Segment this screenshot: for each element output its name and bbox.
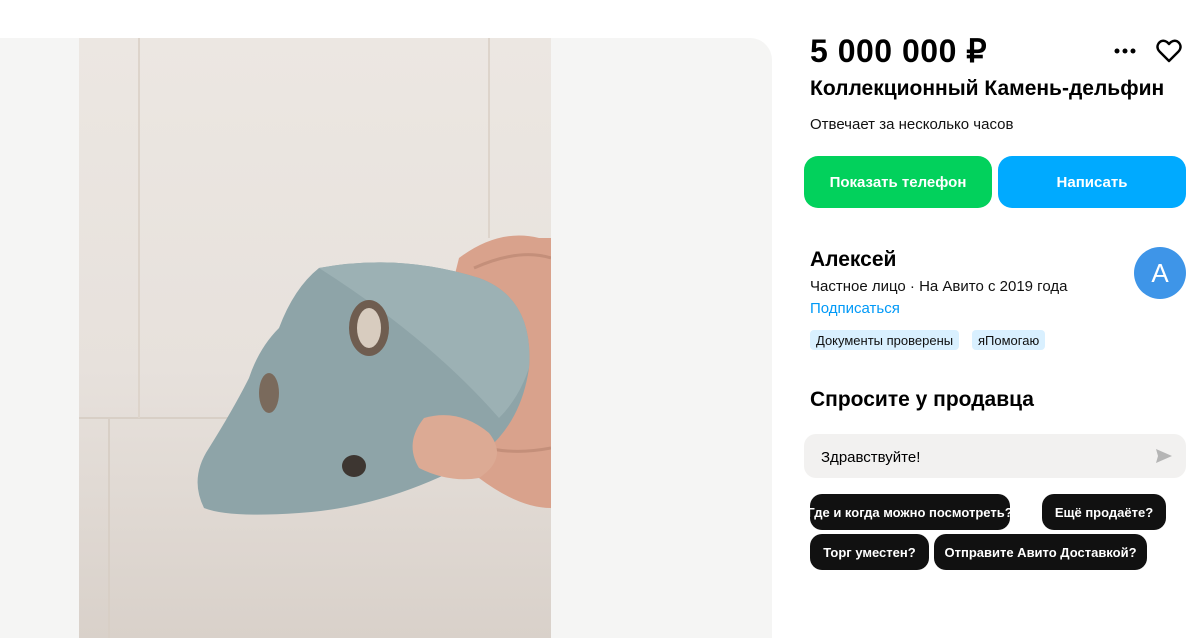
quick-question-chip[interactable]: Торг уместен?: [810, 534, 929, 570]
quick-question-chip[interactable]: Ещё продаёте?: [1042, 494, 1166, 530]
photo-gallery[interactable]: [0, 38, 772, 638]
show-phone-button[interactable]: Показать телефон: [804, 156, 992, 208]
stone-photo-illustration: [79, 38, 551, 638]
badge-ya-pomogayu[interactable]: яПомогаю: [972, 330, 1046, 350]
price: 5 000 000 ₽: [810, 33, 988, 69]
seller-meta: Частное лицо · На Авито с 2019 года: [810, 278, 1068, 295]
message-input-container: [804, 434, 1186, 480]
breadcrumb-faded: [0, 0, 400, 6]
response-time: Отвечает за несколько часов: [810, 116, 1014, 133]
listing-title: Коллекционный Камень-дельфин: [810, 77, 1165, 100]
heart-icon[interactable]: [1154, 36, 1184, 66]
write-message-button[interactable]: Написать: [998, 156, 1186, 208]
badge-documents-verified: Документы проверены: [810, 330, 960, 350]
avatar[interactable]: А: [1134, 247, 1186, 299]
quick-question-chip[interactable]: Отправите Авито Доставкой?: [934, 534, 1147, 570]
seller-name[interactable]: Алексей: [810, 248, 896, 272]
ask-seller-title: Спросите у продавца: [810, 388, 1034, 411]
send-icon[interactable]: [1154, 446, 1174, 466]
subscribe-link[interactable]: Подписаться: [810, 300, 900, 317]
message-input[interactable]: [819, 434, 1143, 480]
listing-photo[interactable]: [79, 38, 551, 638]
quick-question-chip[interactable]: Где и когда можно посмотреть?: [807, 494, 1013, 530]
more-icon[interactable]: [1110, 36, 1140, 66]
